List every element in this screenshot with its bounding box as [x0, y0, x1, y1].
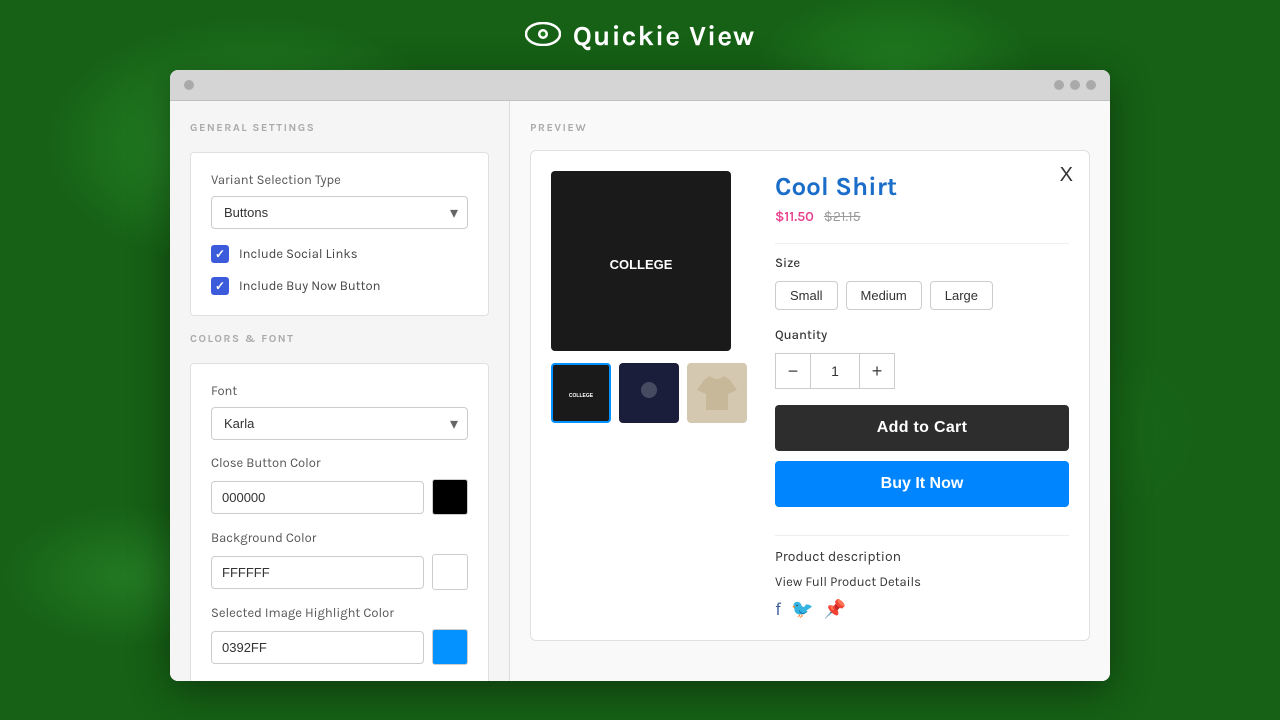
product-description-label: Product description — [775, 548, 1069, 565]
app-window: GENERAL SETTINGS Variant Selection Type … — [170, 70, 1110, 681]
variant-selection-select[interactable]: Buttons Dropdown Radio — [211, 196, 468, 229]
product-name: Cool Shirt — [775, 171, 1069, 202]
font-label: Font — [211, 384, 468, 399]
close-button-color-row — [211, 479, 468, 515]
highlight-color-input[interactable] — [211, 631, 424, 664]
thumb-3-svg — [694, 370, 740, 416]
background-color-swatch[interactable] — [432, 554, 468, 590]
window-dot-r1 — [1054, 80, 1064, 90]
window-dot-r2 — [1070, 80, 1080, 90]
window-dots-right — [1054, 80, 1096, 90]
colors-font-card: Font Karla Arial Helvetica Roboto Close … — [190, 363, 489, 681]
include-buy-now-row[interactable]: Include Buy Now Button — [211, 277, 468, 295]
font-field: Font Karla Arial Helvetica Roboto — [211, 384, 468, 440]
add-to-cart-button[interactable]: Add to Cart — [775, 405, 1069, 451]
size-large[interactable]: Large — [930, 281, 993, 310]
thumb-2-svg — [626, 370, 672, 416]
product-details: Cool Shirt $11.50 $21.15 Size Small Medi… — [751, 171, 1069, 620]
quantity-input[interactable] — [811, 353, 859, 389]
background-color-label: Background Color — [211, 531, 468, 546]
price-sale: $11.50 — [775, 208, 814, 225]
include-buy-now-label: Include Buy Now Button — [239, 279, 380, 294]
preview-label: PREVIEW — [530, 121, 1090, 134]
close-button-color-swatch[interactable] — [432, 479, 468, 515]
product-images: COLLEGE COLLEGE — [551, 171, 751, 620]
thumb-1[interactable]: COLLEGE — [551, 363, 611, 423]
svg-text:COLLEGE: COLLEGE — [610, 257, 673, 272]
thumb-1-svg: COLLEGE — [558, 370, 604, 416]
quantity-row: − + — [775, 353, 1069, 389]
close-button-color-field: Close Button Color — [211, 456, 468, 515]
preview-modal: X COLLEGE — [530, 150, 1090, 641]
social-icons: f 🐦 📌 — [775, 598, 1069, 620]
size-medium[interactable]: Medium — [846, 281, 922, 310]
background-color-input[interactable] — [211, 556, 424, 589]
left-panel: GENERAL SETTINGS Variant Selection Type … — [170, 101, 510, 681]
quantity-increase-button[interactable]: + — [859, 353, 895, 389]
app-header: Quickie View — [0, 0, 1280, 70]
variant-selection-wrap[interactable]: Buttons Dropdown Radio — [211, 196, 468, 229]
highlight-color-row — [211, 629, 468, 665]
right-panel: PREVIEW X COLLEGE — [510, 101, 1110, 681]
divider-2 — [775, 535, 1069, 536]
close-button-color-input[interactable] — [211, 481, 424, 514]
main-product-image: COLLEGE — [551, 171, 731, 351]
thumbnails: COLLEGE — [551, 363, 751, 423]
include-social-links-checkbox[interactable] — [211, 245, 229, 263]
background-color-row — [211, 554, 468, 590]
pinterest-icon[interactable]: 📌 — [824, 598, 846, 620]
include-social-links-label: Include Social Links — [239, 247, 358, 262]
size-label: Size — [775, 256, 1069, 271]
twitter-icon[interactable]: 🐦 — [791, 598, 813, 620]
buy-now-button[interactable]: Buy It Now — [775, 461, 1069, 507]
window-body: GENERAL SETTINGS Variant Selection Type … — [170, 101, 1110, 681]
colors-font-title: COLORS & FONT — [190, 332, 489, 345]
thumb-2[interactable] — [619, 363, 679, 423]
quantity-label: Quantity — [775, 328, 1069, 343]
font-select[interactable]: Karla Arial Helvetica Roboto — [211, 407, 468, 440]
thumb-3[interactable] — [687, 363, 747, 423]
background-color-field: Background Color — [211, 531, 468, 590]
highlight-color-field: Selected Image Highlight Color — [211, 606, 468, 665]
window-dot-r3 — [1086, 80, 1096, 90]
highlight-color-swatch[interactable] — [432, 629, 468, 665]
view-full-label[interactable]: View Full Product Details — [775, 575, 1069, 590]
include-buy-now-checkbox[interactable] — [211, 277, 229, 295]
app-title: Quickie View — [573, 20, 756, 53]
close-button-color-label: Close Button Color — [211, 456, 468, 471]
font-select-wrap[interactable]: Karla Arial Helvetica Roboto — [211, 407, 468, 440]
price-original: $21.15 — [824, 208, 861, 225]
tshirt-main-svg: COLLEGE — [571, 191, 711, 331]
window-dot-left — [184, 80, 194, 90]
variant-selection-label: Variant Selection Type — [211, 173, 468, 188]
facebook-icon[interactable]: f — [775, 598, 781, 620]
size-buttons: Small Medium Large — [775, 281, 1069, 310]
quantity-decrease-button[interactable]: − — [775, 353, 811, 389]
eye-icon — [525, 18, 561, 54]
general-settings-card: Variant Selection Type Buttons Dropdown … — [190, 152, 489, 316]
price-row: $11.50 $21.15 — [775, 208, 1069, 225]
highlight-color-label: Selected Image Highlight Color — [211, 606, 468, 621]
size-small[interactable]: Small — [775, 281, 838, 310]
window-titlebar — [170, 70, 1110, 101]
general-settings-title: GENERAL SETTINGS — [190, 121, 489, 134]
close-button[interactable]: X — [1060, 165, 1073, 185]
divider-1 — [775, 243, 1069, 244]
svg-text:COLLEGE: COLLEGE — [569, 393, 594, 399]
include-social-links-row[interactable]: Include Social Links — [211, 245, 468, 263]
